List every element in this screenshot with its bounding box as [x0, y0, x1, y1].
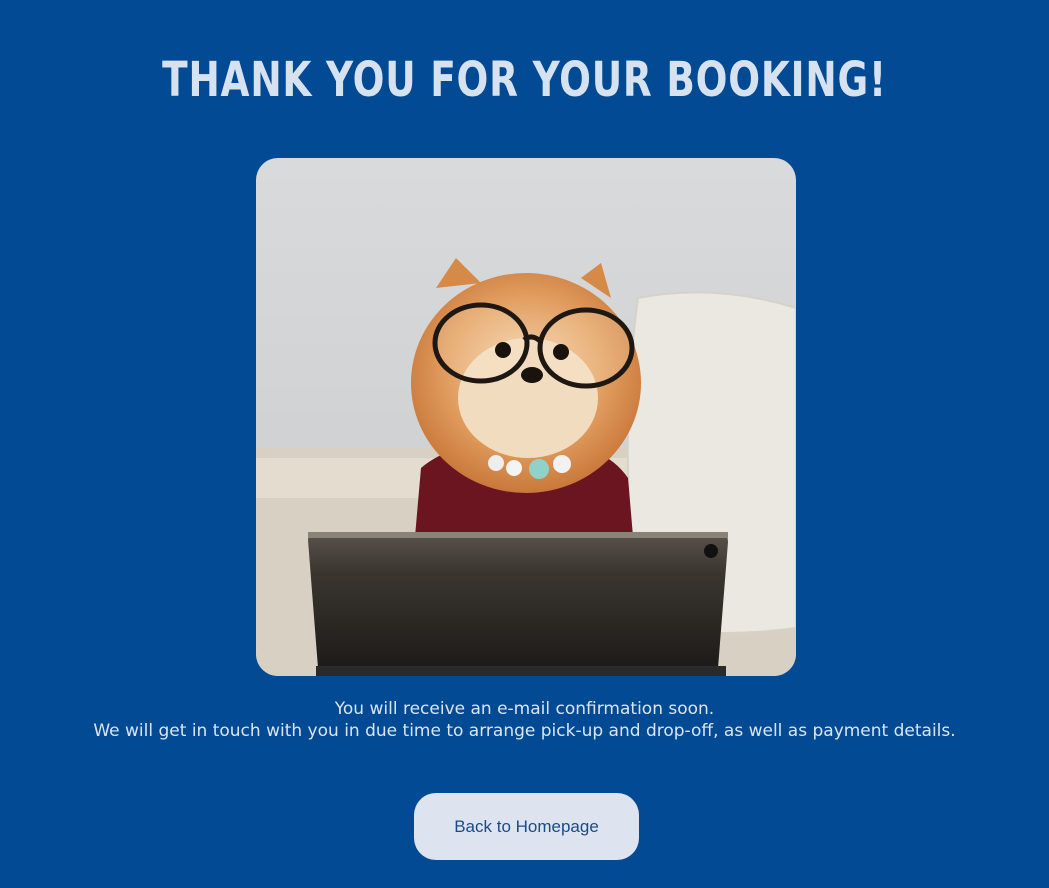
message-line-2: We will get in touch with you in due tim… — [93, 721, 956, 741]
dog-with-glasses-photo — [256, 158, 796, 676]
page-title: THANK YOU FOR YOUR BOOKING! — [162, 52, 887, 108]
message-line-1: You will receive an e-mail confirmation … — [334, 699, 715, 719]
confirmation-message: You will receive an e-mail confirmation … — [0, 698, 1049, 742]
back-to-homepage-button[interactable]: Back to Homepage — [414, 793, 639, 860]
photo-illustration — [256, 158, 796, 676]
